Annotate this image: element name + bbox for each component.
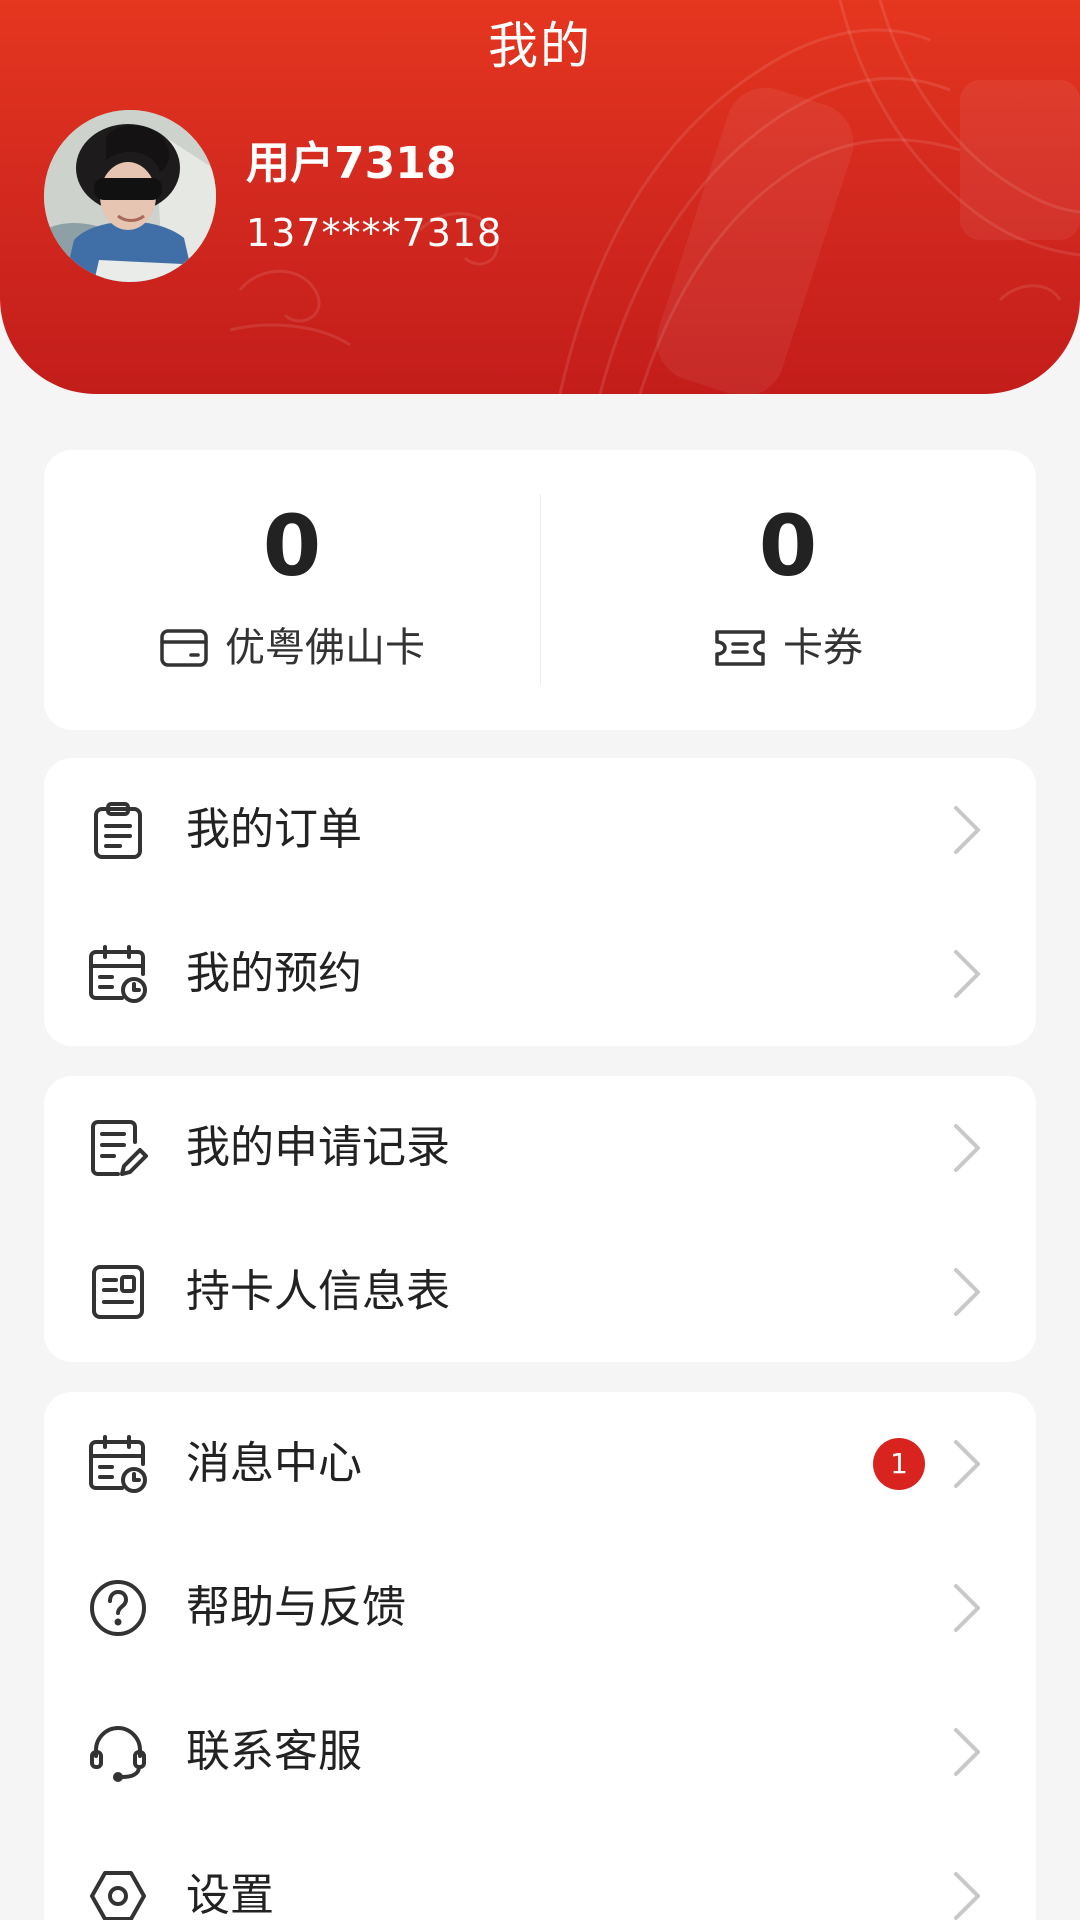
menu-item-cardholder-info[interactable]: 持卡人信息表 bbox=[44, 1220, 1036, 1364]
profile-header: 我的 用户7318 137****7318 bbox=[0, 0, 1080, 394]
stat-label: 优粤佛山卡 bbox=[225, 625, 425, 671]
avatar[interactable] bbox=[44, 110, 216, 282]
chevron-right-icon bbox=[950, 804, 984, 856]
menu-item-contact-service[interactable]: 联系客服 bbox=[44, 1680, 1036, 1824]
menu-item-message-center[interactable]: 消息中心 1 bbox=[44, 1392, 1036, 1536]
avatar-image bbox=[44, 110, 216, 282]
menu-item-label: 我的预约 bbox=[186, 948, 362, 999]
menu-group-service: 消息中心 1 帮助与反馈 联系客服 设置 bbox=[44, 1392, 1036, 1920]
chevron-right-icon bbox=[950, 1266, 984, 1318]
calendar-clock-icon bbox=[88, 944, 148, 1004]
calendar-clock-icon bbox=[88, 1434, 148, 1494]
chevron-right-icon bbox=[950, 1582, 984, 1634]
menu-item-my-appointments[interactable]: 我的预约 bbox=[44, 902, 1036, 1046]
chevron-right-icon bbox=[950, 1726, 984, 1778]
chevron-right-icon bbox=[950, 1870, 984, 1920]
stat-value: 0 bbox=[262, 497, 322, 595]
help-circle-icon bbox=[88, 1578, 148, 1638]
clipboard-icon bbox=[88, 800, 148, 860]
settings-hexagon-icon bbox=[88, 1866, 148, 1920]
stat-label: 卡券 bbox=[783, 625, 863, 671]
stats-card: 0 优粤佛山卡 0 卡券 bbox=[44, 450, 1036, 730]
user-name: 用户7318 bbox=[246, 138, 457, 189]
menu-item-label: 帮助与反馈 bbox=[186, 1582, 406, 1633]
menu-item-my-orders[interactable]: 我的订单 bbox=[44, 758, 1036, 902]
user-phone: 137****7318 bbox=[246, 211, 503, 255]
stat-youyue-card[interactable]: 0 优粤佛山卡 bbox=[44, 450, 540, 730]
menu-item-label: 设置 bbox=[186, 1870, 274, 1920]
menu-item-label: 消息中心 bbox=[186, 1438, 362, 1489]
menu-group-orders: 我的订单 我的预约 bbox=[44, 758, 1036, 1046]
menu-item-label: 联系客服 bbox=[186, 1726, 362, 1777]
headset-icon bbox=[88, 1722, 148, 1782]
stat-coupons[interactable]: 0 卡券 bbox=[540, 450, 1036, 730]
menu-item-label: 我的订单 bbox=[186, 804, 362, 855]
id-form-icon bbox=[88, 1262, 148, 1322]
menu-item-application-records[interactable]: 我的申请记录 bbox=[44, 1076, 1036, 1220]
chevron-right-icon bbox=[950, 948, 984, 1000]
menu-item-label: 我的申请记录 bbox=[186, 1122, 450, 1173]
card-icon bbox=[159, 628, 209, 668]
stat-value: 0 bbox=[758, 497, 818, 595]
menu-item-label: 持卡人信息表 bbox=[186, 1266, 450, 1317]
page-title: 我的 bbox=[488, 17, 592, 75]
edit-document-icon bbox=[88, 1118, 148, 1178]
chevron-right-icon bbox=[950, 1122, 984, 1174]
ticket-icon bbox=[713, 628, 767, 668]
chevron-right-icon bbox=[950, 1438, 984, 1490]
unread-badge: 1 bbox=[873, 1438, 925, 1490]
menu-item-settings[interactable]: 设置 bbox=[44, 1824, 1036, 1920]
menu-item-help-feedback[interactable]: 帮助与反馈 bbox=[44, 1536, 1036, 1680]
menu-group-records: 我的申请记录 持卡人信息表 bbox=[44, 1076, 1036, 1362]
